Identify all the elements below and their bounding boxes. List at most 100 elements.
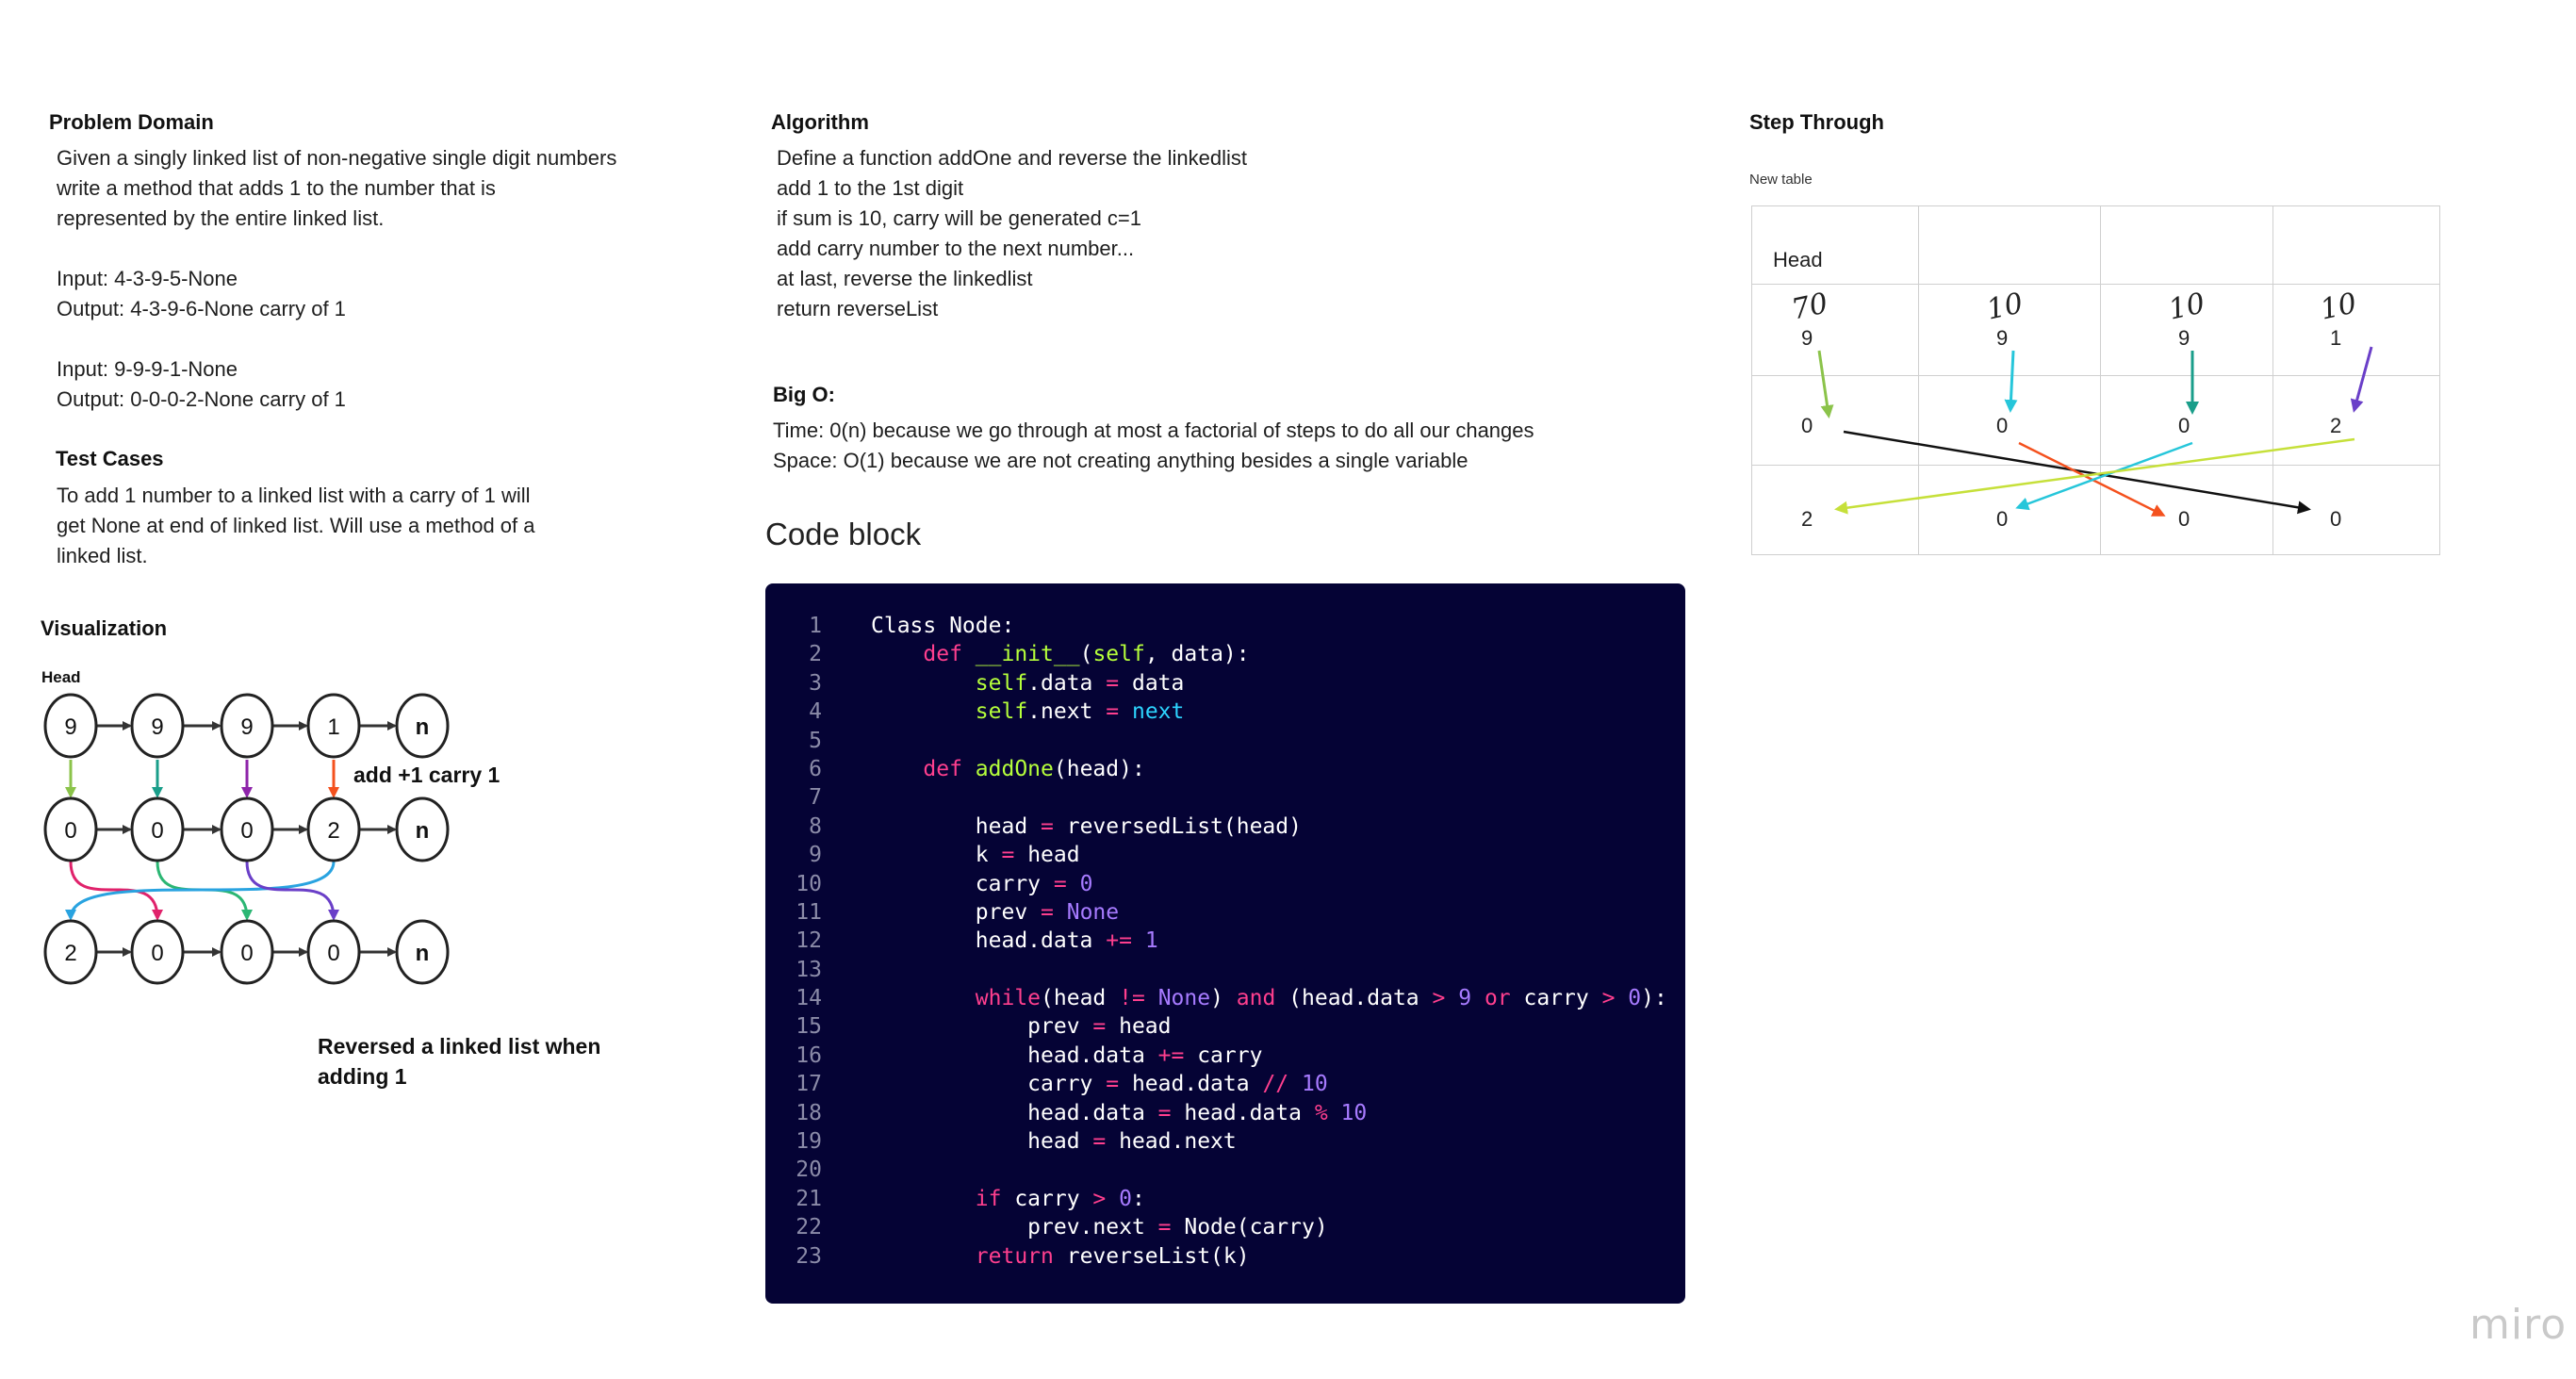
algorithm-line: if sum is 10, carry will be generated c=… bbox=[777, 206, 1142, 230]
code-line: 11 prev = None bbox=[765, 898, 1685, 927]
table-cell[interactable]: 0 bbox=[2100, 375, 2273, 466]
test-cases-text: To add 1 number to a linked list with a … bbox=[57, 481, 660, 571]
table-cell[interactable]: 10 1 bbox=[2272, 284, 2440, 376]
line-number: 11 bbox=[796, 899, 822, 925]
line-number: 6 bbox=[809, 756, 822, 781]
list-node-value: 9 bbox=[64, 714, 76, 740]
problem-line: Output: 0-0-0-2-None carry of 1 bbox=[57, 387, 346, 411]
table-value: 0 bbox=[1801, 414, 1813, 437]
code-line: 4 self.next = next bbox=[765, 698, 1685, 726]
code-block[interactable]: 1 Class Node: 2 def __init__(self, data): 3… bbox=[765, 583, 1685, 1304]
list-node-value: 9 bbox=[240, 714, 253, 740]
algorithm-line: Define a function addOne and reverse the… bbox=[777, 146, 1247, 170]
problem-domain-text: Given a singly linked list of non-negati… bbox=[57, 143, 697, 415]
problem-line: Input: 4-3-9-5-None bbox=[57, 267, 238, 290]
code-text: self.data = data bbox=[975, 670, 1185, 696]
code-line: 10 carry = 0 bbox=[765, 870, 1685, 898]
code-text: def addOne(head): bbox=[923, 756, 1145, 781]
line-number: 1 bbox=[809, 614, 822, 638]
line-number: 20 bbox=[796, 1157, 822, 1183]
table-cell[interactable]: 70 9 bbox=[1751, 284, 1919, 376]
code-text: carry = 0 bbox=[871, 871, 1093, 896]
big-o-line: Time: 0(n) because we go through at most… bbox=[773, 419, 1534, 442]
code-line: 21 if carry > 0: bbox=[765, 1185, 1685, 1213]
scribble-value: 10 bbox=[1983, 287, 2026, 327]
code-text: def __init__(self, data): bbox=[923, 642, 1250, 667]
line-number: 19 bbox=[796, 1129, 822, 1155]
line-number: 14 bbox=[796, 986, 822, 1011]
viz-add-label: add +1 carry 1 bbox=[353, 763, 500, 787]
list-node-value: 2 bbox=[64, 941, 76, 966]
line-number: 16 bbox=[796, 1042, 822, 1068]
code-text: Class Node: bbox=[871, 614, 1015, 638]
table-cell[interactable]: 2 bbox=[2272, 375, 2440, 466]
code-line: 7 bbox=[765, 783, 1685, 812]
viz-nodes: 9 9 9 1 n 0 0 0 2 n 2 0 0 0 n bbox=[43, 693, 450, 985]
table-cell[interactable] bbox=[1918, 205, 2101, 285]
table-cell[interactable]: 0 bbox=[1918, 465, 2101, 555]
table-cell[interactable]: 0 bbox=[2272, 465, 2440, 555]
table-cell[interactable]: 10 9 bbox=[2100, 284, 2273, 376]
table-cell[interactable] bbox=[2100, 205, 2273, 285]
list-node-value: 0 bbox=[64, 818, 76, 844]
test-case-line: get None at end of linked list. Will use… bbox=[57, 514, 535, 537]
code-line: 16 head.data += carry bbox=[765, 1042, 1685, 1070]
step-through-table-wrap[interactable]: Head 70 9 10 9 10 9 10 1 0002 2000 bbox=[1751, 205, 2440, 555]
problem-line: Given a singly linked list of non-negati… bbox=[57, 146, 617, 170]
step-through-table[interactable]: Head 70 9 10 9 10 9 10 1 0002 2000 bbox=[1751, 205, 2440, 555]
table-value: 0 bbox=[2178, 414, 2190, 437]
algorithm-line: at last, reverse the linkedlist bbox=[777, 267, 1033, 290]
big-o-line: Space: O(1) because we are not creating … bbox=[773, 449, 1468, 472]
algorithm-line: return reverseList bbox=[777, 297, 939, 320]
algorithm-line: add 1 to the 1st digit bbox=[777, 176, 964, 200]
code-text: k = head bbox=[871, 843, 1080, 868]
test-case-line: To add 1 number to a linked list with a … bbox=[57, 484, 531, 507]
table-cell[interactable]: 0 bbox=[2100, 465, 2273, 555]
code-text: prev = head bbox=[871, 1014, 1172, 1040]
table-value: 0 bbox=[2330, 507, 2342, 531]
code-line: 2 def __init__(self, data): bbox=[765, 640, 1685, 668]
table-cell[interactable]: 0 bbox=[1751, 375, 1919, 466]
code-line: 14 while(head != None) and (head.data > … bbox=[765, 984, 1685, 1012]
table-value: 9 bbox=[1801, 326, 1813, 350]
list-node-value: 0 bbox=[151, 941, 163, 966]
line-number: 2 bbox=[809, 642, 822, 667]
big-o-text: Time: 0(n) because we go through at most… bbox=[773, 416, 1678, 476]
viz-head-label: Head bbox=[41, 668, 81, 686]
table-cell[interactable] bbox=[2272, 205, 2440, 285]
list-node-value: 0 bbox=[240, 941, 253, 966]
code-line: 18 head.data = head.data % 10 bbox=[765, 1099, 1685, 1127]
code-text: prev.next = Node(carry) bbox=[871, 1215, 1328, 1240]
code-text: prev = None bbox=[871, 899, 1120, 925]
code-text: if carry > 0: bbox=[975, 1186, 1145, 1211]
code-line: 19 head = head.next bbox=[765, 1127, 1685, 1156]
algorithm-line: add carry number to the next number... bbox=[777, 237, 1135, 260]
code-line: 17 carry = head.data // 10 bbox=[765, 1070, 1685, 1098]
table-cell[interactable]: 10 9 bbox=[1918, 284, 2101, 376]
list-node-value: n bbox=[416, 941, 430, 966]
new-table-label: New table bbox=[1749, 172, 1813, 188]
line-number: 3 bbox=[809, 670, 822, 696]
code-line: 13 bbox=[765, 956, 1685, 984]
scribble-value: 10 bbox=[2317, 287, 2360, 327]
test-cases-title: Test Cases bbox=[56, 447, 164, 470]
algorithm-title: Algorithm bbox=[771, 110, 869, 134]
table-value: 9 bbox=[1996, 326, 2009, 350]
test-case-line: linked list. bbox=[57, 544, 148, 567]
scribble-value: 10 bbox=[2165, 287, 2208, 327]
linked-list-visualization: 9 9 9 1 n 0 0 0 2 n 2 0 0 0 n Head add +1 carry 1 Reve… bbox=[41, 668, 600, 1089]
table-cell[interactable]: 2 bbox=[1751, 465, 1919, 555]
line-number: 13 bbox=[796, 957, 822, 982]
code-text: while(head != None) and (head.data > 9 o… bbox=[975, 986, 1667, 1011]
code-line: 23 return reverseList(k) bbox=[765, 1242, 1685, 1271]
list-node-value: n bbox=[416, 714, 430, 740]
code-line: 1 Class Node: bbox=[765, 612, 1685, 640]
line-number: 15 bbox=[796, 1014, 822, 1040]
code-line: 15 prev = head bbox=[765, 1012, 1685, 1041]
code-text: head = reversedList(head) bbox=[871, 813, 1302, 839]
table-cell[interactable]: 0 bbox=[1918, 375, 2101, 466]
list-node-value: n bbox=[416, 818, 430, 844]
table-value: 1 bbox=[2330, 326, 2342, 350]
table-cell[interactable]: Head bbox=[1751, 205, 1919, 285]
line-number: 21 bbox=[796, 1186, 822, 1211]
